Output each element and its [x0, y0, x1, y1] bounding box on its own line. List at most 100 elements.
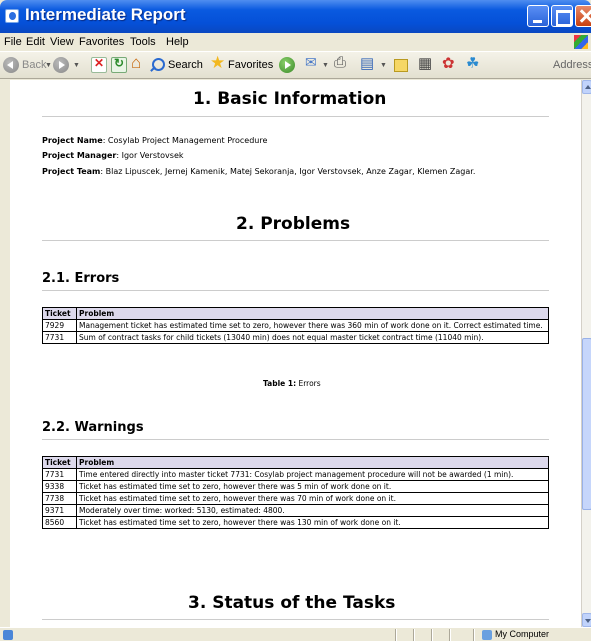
back-dropdown-icon[interactable]: ▼ — [45, 62, 52, 69]
caption-label: Table 1: — [263, 379, 297, 388]
problem-cell: Moderately over time: worked: 5130, esti… — [76, 504, 549, 517]
problem-cell: Sum of contract tasks for child tickets … — [76, 331, 549, 344]
menu-bar: File Edit View Favorites Tools Help — [0, 33, 591, 51]
project-manager-value: : Igor Verstovsek — [116, 151, 184, 160]
table-row: 7738 Ticket has estimated time set to ze… — [42, 492, 549, 505]
menu-edit[interactable]: Edit — [26, 36, 45, 48]
ticket-cell: 7738 — [42, 492, 77, 505]
project-name-value: : Cosylab Project Management Procedure — [102, 136, 268, 145]
menu-help[interactable]: Help — [166, 36, 189, 48]
menu-favorites[interactable]: Favorites — [79, 36, 124, 48]
vertical-scrollbar[interactable] — [581, 80, 591, 627]
back-button-label[interactable]: Back — [22, 59, 46, 71]
warnings-table: Ticket Problem 7731 Time entered directl… — [42, 456, 549, 529]
menu-file[interactable]: File — [4, 36, 22, 48]
column-header-problem: Problem — [76, 456, 549, 469]
mail-icon[interactable] — [305, 54, 321, 73]
forward-dropdown-icon[interactable]: ▼ — [73, 62, 80, 69]
home-icon[interactable] — [131, 53, 147, 73]
favorites-star-icon[interactable] — [210, 53, 226, 73]
report-page: 1. Basic Information Project Name: Cosyl… — [10, 80, 581, 627]
messenger-icon[interactable] — [442, 54, 458, 73]
favorites-button-label[interactable]: Favorites — [228, 59, 273, 71]
table-row: 7731 Time entered directly into master t… — [42, 468, 549, 481]
media-icon[interactable] — [279, 57, 295, 73]
project-team-value: : Blaz Lipuscek, Jernej Kamenik, Matej S… — [100, 167, 476, 176]
search-button-label[interactable]: Search — [168, 59, 203, 71]
table-row: 7929 Management ticket has estimated tim… — [42, 319, 549, 332]
heading-rule — [42, 240, 549, 241]
edit-icon[interactable] — [360, 54, 376, 73]
table-header-row: Ticket Problem — [42, 307, 549, 320]
project-name-line: Project Name: Cosylab Project Management… — [42, 136, 267, 145]
heading-rule — [42, 439, 549, 440]
project-manager-line: Project Manager: Igor Verstovsek — [42, 151, 184, 160]
heading-rule — [42, 619, 549, 620]
status-bar: My Computer — [0, 627, 591, 641]
warnings-heading: 2.2. Warnings — [42, 420, 144, 435]
section-status-heading: 3. Status of the Tasks — [188, 593, 396, 613]
forward-arrow-icon[interactable] — [53, 57, 69, 73]
heading-rule — [42, 116, 549, 117]
project-name-label: Project Name — [42, 136, 103, 145]
problem-cell: Ticket has estimated time set to zero, h… — [76, 516, 549, 529]
toolbar: Back ▼ ▼ Search Favorites ▼ ▼ Address — [0, 51, 591, 79]
ticket-cell: 9371 — [42, 504, 77, 517]
search-icon[interactable] — [150, 57, 166, 73]
stop-icon[interactable] — [91, 56, 107, 73]
discuss-icon[interactable] — [466, 54, 482, 73]
problem-cell: Time entered directly into master ticket… — [76, 468, 549, 481]
title-bar[interactable]: Intermediate Report — [0, 0, 591, 33]
refresh-icon[interactable] — [111, 56, 127, 73]
column-header-ticket: Ticket — [42, 456, 77, 469]
problem-cell: Management ticket has estimated time set… — [76, 319, 549, 332]
status-divider — [431, 629, 433, 641]
window-title: Intermediate Report — [25, 5, 186, 24]
status-divider — [395, 629, 397, 641]
caption-text: Errors — [296, 379, 321, 388]
folder-icon[interactable] — [394, 59, 408, 72]
ticket-cell: 7929 — [42, 319, 77, 332]
status-divider — [413, 629, 415, 641]
table-row: 9338 Ticket has estimated time set to ze… — [42, 480, 549, 493]
problem-cell: Ticket has estimated time set to zero, h… — [76, 492, 549, 505]
windows-flag-icon — [574, 35, 588, 49]
maximize-button[interactable] — [551, 5, 573, 27]
ticket-cell: 7731 — [42, 468, 77, 481]
ticket-cell: 7731 — [42, 331, 77, 344]
ticket-cell: 8560 — [42, 516, 77, 529]
back-arrow-icon[interactable] — [3, 57, 19, 73]
table-header-row: Ticket Problem — [42, 456, 549, 469]
mail-dropdown-icon[interactable]: ▼ — [322, 62, 329, 69]
column-header-problem: Problem — [76, 307, 549, 320]
ie-app-icon[interactable] — [5, 9, 19, 23]
print-icon[interactable] — [334, 54, 350, 73]
ticket-cell: 9338 — [42, 480, 77, 493]
close-button[interactable] — [575, 5, 591, 27]
project-team-label: Project Team — [42, 167, 101, 176]
page-status-icon — [3, 630, 13, 640]
security-zone-label: My Computer — [495, 629, 550, 639]
status-divider — [449, 629, 451, 641]
address-label: Address — [553, 59, 591, 71]
problem-cell: Ticket has estimated time set to zero, h… — [76, 480, 549, 493]
section-problems-heading: 2. Problems — [236, 214, 351, 234]
column-header-ticket: Ticket — [42, 307, 77, 320]
status-divider — [473, 629, 475, 641]
my-computer-icon — [482, 630, 492, 640]
errors-heading: 2.1. Errors — [42, 271, 120, 286]
minimize-button[interactable] — [527, 5, 549, 27]
menu-view[interactable]: View — [50, 36, 74, 48]
scroll-thumb[interactable] — [582, 338, 591, 510]
scroll-down-button[interactable] — [582, 613, 591, 627]
table-caption: Table 1: Errors — [263, 379, 321, 388]
table-row: 9371 Moderately over time: worked: 5130,… — [42, 504, 549, 517]
section-basic-information-heading: 1. Basic Information — [193, 89, 387, 109]
menu-tools[interactable]: Tools — [130, 36, 156, 48]
research-icon[interactable] — [418, 54, 434, 73]
table-row: 7731 Sum of contract tasks for child tic… — [42, 331, 549, 344]
heading-rule — [42, 290, 549, 291]
edit-dropdown-icon[interactable]: ▼ — [380, 62, 387, 69]
scroll-up-button[interactable] — [582, 80, 591, 94]
browser-window: Intermediate Report File Edit View Favor… — [0, 0, 591, 641]
